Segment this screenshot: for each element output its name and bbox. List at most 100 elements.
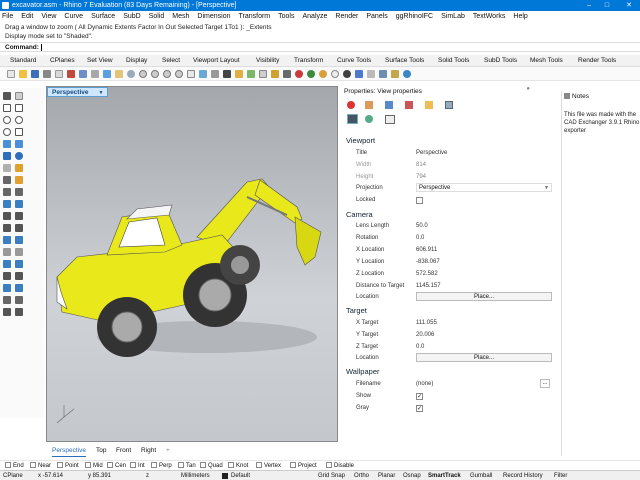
menu-analyze[interactable]: Analyze — [302, 11, 327, 23]
tab-render-tools[interactable]: Render Tools — [578, 55, 616, 67]
tab-surface-tools[interactable]: Surface Tools — [385, 55, 424, 67]
x-target-value[interactable]: 111.055 — [416, 320, 437, 326]
lens-value[interactable]: 50.0 — [416, 223, 428, 229]
four-views-icon[interactable] — [187, 70, 195, 78]
print-icon[interactable] — [43, 70, 51, 78]
title-value[interactable]: Perspective — [416, 150, 447, 156]
object-properties-icon[interactable] — [347, 101, 355, 109]
explode-icon[interactable] — [15, 188, 23, 196]
menu-textworks[interactable]: TextWorks — [473, 11, 506, 23]
distance-value[interactable]: 1145.157 — [416, 283, 441, 289]
tab-viewport-layout[interactable]: Viewport Layout — [193, 55, 240, 67]
import-icon[interactable] — [55, 70, 63, 78]
materials-icon[interactable] — [307, 70, 315, 78]
x-location-value[interactable]: 606.911 — [416, 247, 437, 253]
decal-icon[interactable] — [405, 101, 413, 109]
display-mode-icon[interactable] — [331, 70, 339, 78]
show-checkbox[interactable]: ✓ — [416, 393, 423, 400]
camera-place-button[interactable]: Place... — [416, 292, 552, 301]
menu-help[interactable]: Help — [513, 11, 527, 23]
tab-display[interactable]: Display — [126, 55, 147, 67]
trim-icon[interactable] — [3, 176, 11, 184]
tab-right[interactable]: Right — [141, 446, 156, 456]
help-icon[interactable] — [403, 70, 411, 78]
menu-simlab[interactable]: SimLab — [441, 11, 465, 23]
open-file-icon[interactable] — [19, 70, 27, 78]
polyline-icon[interactable] — [15, 104, 23, 112]
arc-icon[interactable] — [15, 116, 23, 124]
tab-visibility[interactable]: Visibility — [256, 55, 279, 67]
tab-curve-tools[interactable]: Curve Tools — [337, 55, 371, 67]
menu-solid[interactable]: Solid — [149, 11, 165, 23]
toggle-ortho[interactable]: Ortho — [354, 471, 369, 480]
point-icon[interactable] — [3, 104, 11, 112]
y-target-value[interactable]: 20.006 — [416, 332, 434, 338]
distance-icon[interactable] — [15, 272, 23, 280]
command-line[interactable]: Command: — [0, 42, 640, 52]
texture-icon[interactable] — [385, 101, 393, 109]
rotate-view-icon[interactable] — [127, 70, 135, 78]
toggle-smarttrack[interactable]: SmartTrack — [428, 471, 461, 480]
pin-icon[interactable]: ● — [526, 86, 530, 92]
z-location-value[interactable]: 572.582 — [416, 271, 438, 277]
menu-dimension[interactable]: Dimension — [197, 11, 230, 23]
close-icon[interactable]: ✕ — [622, 0, 636, 11]
menu-curve[interactable]: Curve — [64, 11, 83, 23]
tab-top[interactable]: Top — [96, 446, 106, 456]
tab-perspective[interactable]: Perspective — [52, 446, 86, 457]
menu-panels[interactable]: Panels — [366, 11, 387, 23]
dimension-icon[interactable] — [3, 248, 11, 256]
scale-tool-icon[interactable] — [15, 224, 23, 232]
camera-icon[interactable] — [347, 114, 358, 124]
status-cplane[interactable]: CPlane — [3, 471, 23, 480]
surface-icon[interactable] — [3, 140, 11, 148]
select-icon[interactable] — [211, 70, 219, 78]
box-icon[interactable] — [3, 152, 11, 160]
view-settings-icon[interactable] — [365, 115, 373, 123]
light-icon[interactable] — [271, 70, 279, 78]
cut-icon[interactable] — [67, 70, 75, 78]
offset-icon[interactable] — [15, 200, 23, 208]
environment-icon[interactable] — [319, 70, 327, 78]
gray-checkbox[interactable]: ✓ — [416, 405, 423, 412]
lock-tool-icon[interactable] — [15, 308, 23, 316]
hide-icon[interactable] — [259, 70, 267, 78]
undo-icon[interactable] — [103, 70, 111, 78]
menu-view[interactable]: View — [41, 11, 56, 23]
grid-icon[interactable] — [367, 70, 375, 78]
pan-icon[interactable] — [115, 70, 123, 78]
cplane-tool-icon[interactable] — [15, 284, 23, 292]
network-icon[interactable] — [379, 70, 387, 78]
check-icon[interactable] — [15, 296, 23, 304]
menu-surface[interactable]: Surface — [91, 11, 115, 23]
array-icon[interactable] — [15, 236, 23, 244]
select-points-icon[interactable] — [15, 92, 23, 100]
tab-subd-tools[interactable]: SubD Tools — [484, 55, 517, 67]
render-icon[interactable] — [295, 70, 303, 78]
add-viewport-icon[interactable]: + — [166, 446, 170, 456]
cplane-icon[interactable] — [199, 70, 207, 78]
fillet-icon[interactable] — [15, 164, 23, 172]
layer-icon[interactable] — [247, 70, 255, 78]
join-icon[interactable] — [3, 188, 11, 196]
maximize-icon[interactable]: □ — [600, 0, 614, 11]
tab-standard[interactable]: Standard — [10, 55, 36, 67]
toggle-record-history[interactable]: Record History — [503, 471, 543, 480]
toggle-filter[interactable]: Filter — [554, 471, 567, 480]
select-arrow-icon[interactable] — [3, 92, 11, 100]
paste-icon[interactable] — [91, 70, 99, 78]
zoom-selected-icon[interactable] — [175, 70, 183, 78]
save-icon[interactable] — [31, 70, 39, 78]
mesh-icon[interactable] — [3, 164, 11, 172]
zoom-icon[interactable] — [139, 70, 147, 78]
perspective-viewport[interactable]: Perspective ▼ — [46, 86, 338, 442]
circle-icon[interactable] — [3, 128, 11, 136]
tab-front[interactable]: Front — [116, 446, 131, 456]
split-icon[interactable] — [15, 176, 23, 184]
tab-mesh-tools[interactable]: Mesh Tools — [530, 55, 563, 67]
zoom-extents-icon[interactable] — [163, 70, 171, 78]
browse-button[interactable]: ... — [540, 379, 550, 388]
lock-icon[interactable] — [235, 70, 243, 78]
menu-ggrhinoifc[interactable]: ggRhinoIFC — [396, 11, 433, 23]
menu-subd[interactable]: SubD — [123, 11, 141, 23]
